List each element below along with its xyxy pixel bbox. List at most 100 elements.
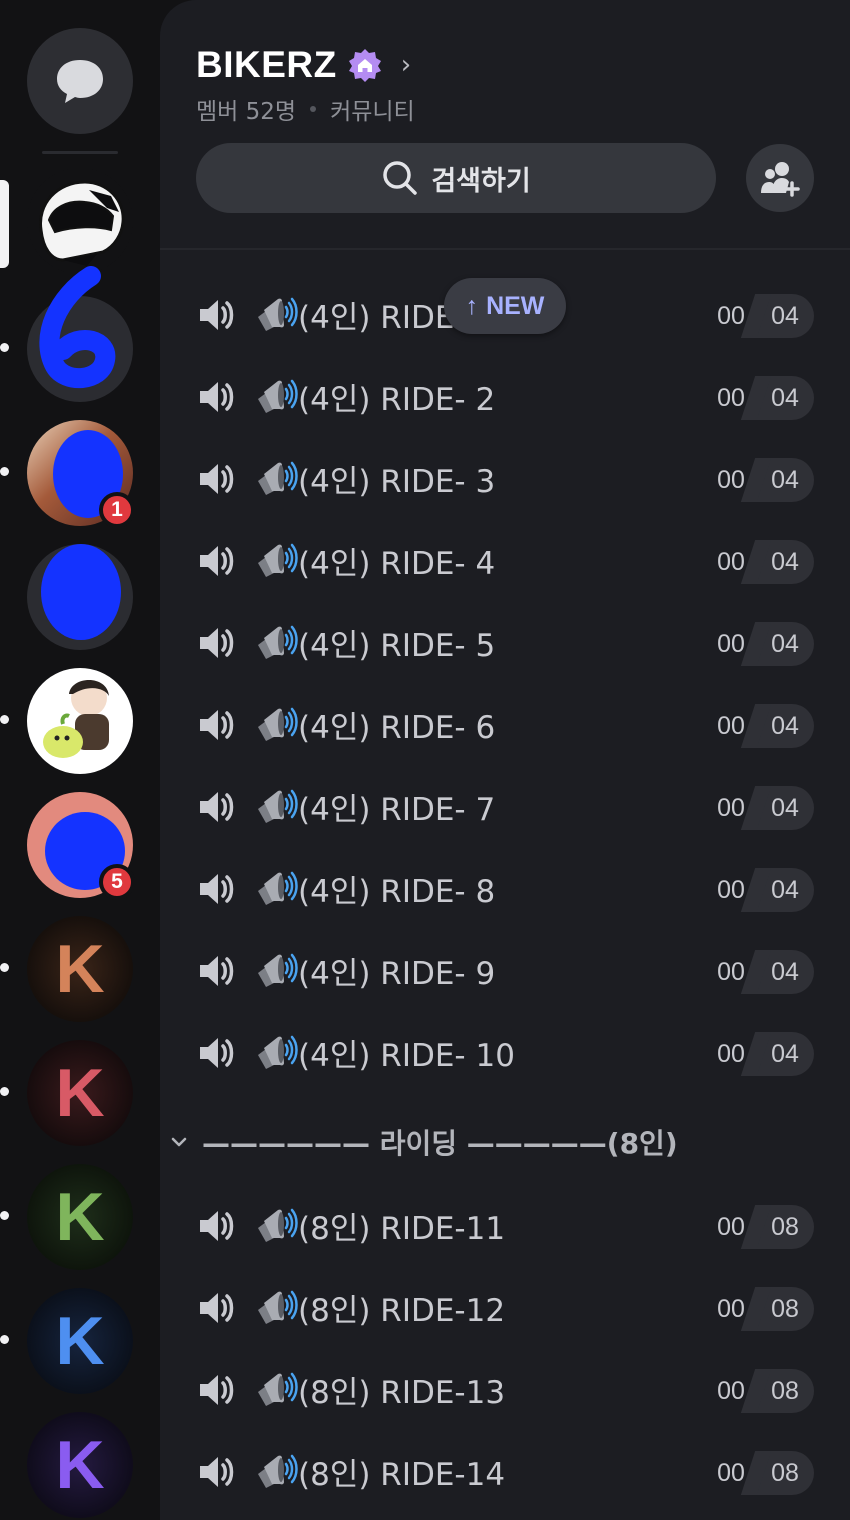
speaker-icon [196,1453,236,1491]
max-users: 04 [756,950,814,994]
unread-dot [0,343,9,352]
server-header[interactable]: BIKERZ › [196,44,411,86]
max-users-value: 04 [771,301,799,330]
speaker-icon [196,1289,236,1327]
loud-speaker-emoji-icon [254,1286,298,1330]
max-users-value: 04 [771,465,799,494]
search-icon [383,161,418,195]
voice-channel-row[interactable]: (4인) RIDE- 9 00 04 [160,930,850,1012]
speaker-icon [196,378,236,416]
unread-dot [0,715,9,724]
server-icon-k-purple[interactable]: K [27,1412,133,1518]
max-users: 08 [756,1369,814,1413]
channel-name: (8인) RIDE-12 [254,1285,505,1330]
loud-speaker-emoji-icon [254,1450,298,1494]
voice-channel-row[interactable]: (8인) RIDE-12 00 08 [160,1267,850,1349]
user-limit: 00 08 [706,1203,814,1251]
server-icon-k-orange[interactable]: K [27,916,133,1022]
k-logo-icon: K [55,1179,105,1255]
server-icon-k-green[interactable]: K [27,1164,133,1270]
server-icon[interactable] [27,544,133,650]
voice-channel-row[interactable]: (4인) RIDE- 6 00 04 [160,684,850,766]
server-type: 커뮤니티 [330,99,415,125]
max-users-value: 04 [771,875,799,904]
unread-dot [0,1087,9,1096]
voice-channel-row[interactable]: (8인) RIDE-11 00 08 [160,1185,850,1267]
server-icon-k-red[interactable]: K [27,1040,133,1146]
member-count: 멤버 52명 [196,99,297,125]
voice-channel-row[interactable]: (4인) RIDE- 2 00 04 [160,356,850,438]
speaker-icon [196,460,236,498]
max-users: 04 [756,704,814,748]
channel-name-text: (8인) RIDE-12 [298,1293,506,1329]
unread-dot [0,467,9,476]
server-icon[interactable]: 1 [27,420,135,528]
search-bar[interactable]: 검색하기 [196,143,716,213]
voice-channel-row[interactable]: (4인) RIDE- 8 00 04 [160,848,850,930]
loud-speaker-emoji-icon [254,1368,298,1412]
voice-channel-row[interactable]: (4인) RIDE- 3 00 04 [160,438,850,520]
channel-name-text: (4인) RIDE- 6 [298,710,496,746]
loud-speaker-emoji-icon [254,293,298,337]
voice-channel-row[interactable]: (4인) RIDE- 10 00 04 [160,1012,850,1094]
channel-name: (4인) RIDE- 10 [254,1030,515,1075]
channel-name-text: (4인) RIDE- 2 [298,382,496,418]
max-users-value: 08 [771,1376,799,1405]
max-users: 04 [756,294,814,338]
user-limit: 00 04 [706,1030,814,1078]
user-limit: 00 04 [706,866,814,914]
direct-messages-button[interactable] [27,28,133,134]
max-users-value: 08 [771,1294,799,1323]
category-label: —————— 라이딩 —————(8인) [202,1127,678,1160]
channel-name: (8인) RIDE-13 [254,1367,505,1412]
voice-channel-row[interactable]: (4인) RIDE- 7 00 04 [160,766,850,848]
loud-speaker-emoji-icon [254,949,298,993]
mention-badge: 5 [99,864,135,900]
channel-name-text: (8인) RIDE-11 [298,1211,506,1247]
channel-name: (4인) RIDE- 3 [254,456,495,501]
server-meta: 멤버 52명 커뮤니티 [196,92,415,126]
user-limit: 00 04 [706,784,814,832]
channel-name-text: (4인) RIDE- 3 [298,464,496,500]
max-users: 04 [756,458,814,502]
chevron-right-icon: › [400,50,412,80]
cartoon-avatar-icon [43,680,109,758]
helmet-icon [39,180,125,266]
user-limit: 00 04 [706,538,814,586]
max-users-value: 04 [771,1039,799,1068]
channel-panel: BIKERZ › 멤버 52명 커뮤니티 검색하기 (4인) RIDE- 1 0 0… [160,0,850,1520]
loud-speaker-emoji-icon [254,539,298,583]
server-name: BIKERZ [196,44,337,85]
max-users: 08 [756,1205,814,1249]
search-label: 검색하기 [431,165,531,197]
server-icon[interactable] [27,668,133,774]
community-badge-icon [348,49,381,82]
server-icon-bikerz[interactable] [27,168,133,274]
user-limit: 00 04 [706,456,814,504]
voice-channel-row[interactable]: (4인) RIDE- 5 00 04 [160,602,850,684]
loud-speaker-emoji-icon [254,1204,298,1248]
new-messages-pill[interactable]: ↑ NEW [444,278,566,334]
channel-name-text: (4인) RIDE- 9 [298,956,496,992]
max-users: 04 [756,1032,814,1076]
voice-channel-row[interactable]: (8인) RIDE-13 00 08 [160,1349,850,1431]
server-icon[interactable]: 5 [27,792,135,900]
voice-channel-row[interactable]: (4인) RIDE- 4 00 04 [160,520,850,602]
category-header[interactable]: —————— 라이딩 —————(8인) [170,1122,678,1162]
invite-members-button[interactable] [746,144,814,212]
loud-speaker-emoji-icon [254,785,298,829]
server-icon[interactable] [27,266,133,402]
user-limit: 00 04 [706,620,814,668]
server-icon-k-blue[interactable]: K [27,1288,133,1394]
chevron-down-icon [171,1137,187,1147]
k-logo-icon: K [55,931,105,1007]
channel-name-text: (8인) RIDE-14 [298,1457,506,1493]
loud-speaker-emoji-icon [254,621,298,665]
max-users-value: 04 [771,629,799,658]
channel-name-text: (4인) RIDE- 8 [298,874,496,910]
max-users: 04 [756,622,814,666]
add-user-icon [761,162,800,197]
channel-name: (4인) RIDE- 9 [254,948,495,993]
max-users: 04 [756,786,814,830]
voice-channel-row[interactable]: (8인) RIDE-14 00 08 [160,1431,850,1513]
